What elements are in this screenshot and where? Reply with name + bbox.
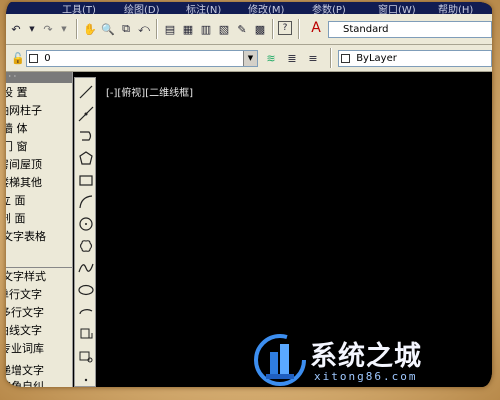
polyline-icon[interactable] — [78, 128, 94, 144]
undo-dropdown-icon[interactable]: ▼ — [24, 21, 40, 37]
watermark-url: xitong86.com — [314, 370, 418, 383]
palette-item-text-tables[interactable]: 文字表格 — [6, 228, 68, 246]
toolbar-separator — [330, 48, 332, 68]
construction-line-icon[interactable] — [78, 106, 94, 122]
palette-item-term-library[interactable]: 专业词库 — [6, 340, 66, 358]
arc-icon[interactable] — [78, 194, 94, 210]
palette-item-grid-columns[interactable]: 轴网柱子 — [6, 102, 64, 120]
palette-item-corner-correct[interactable]: 转角自纠 — [6, 378, 66, 387]
watermark-title: 系统之城 — [310, 341, 422, 372]
city-logo-icon — [254, 334, 306, 386]
rectangle-icon[interactable] — [78, 172, 94, 188]
color-combo[interactable]: ByLayer — [338, 50, 492, 67]
line-icon[interactable] — [78, 84, 94, 100]
toolbar-separator — [272, 19, 274, 39]
help-icon[interactable]: ? — [278, 21, 292, 35]
zoom-window-icon[interactable]: ⧉ — [118, 21, 134, 37]
layer-value: 0 — [44, 53, 51, 64]
layer-make-current-icon[interactable]: ≡ — [305, 50, 321, 66]
insert-block-icon[interactable] — [78, 326, 94, 342]
properties-icon[interactable]: ▤ — [162, 21, 178, 37]
menubar: 工具(T) 绘图(D) 标注(N) 修改(M) 参数(P) 窗口(W) 帮助(H… — [6, 2, 492, 16]
tianzheng-side-palette: · · 设 置 轴网柱子 墙 体 门 窗 房间屋顶 楼梯其他 立 面 剖 面 文… — [6, 72, 73, 387]
viewport-label[interactable]: [-][俯视][二维线框] — [106, 84, 193, 99]
layer-combo[interactable]: 0 ▼ — [26, 50, 258, 67]
lock-icon[interactable]: 🔓 — [10, 50, 26, 66]
layer-properties-icon[interactable]: ≋ — [263, 50, 279, 66]
toolbar-separator — [76, 19, 78, 39]
layer-previous-icon[interactable]: ≣ — [284, 50, 300, 66]
palette-item-walls[interactable]: 墙 体 — [6, 120, 68, 138]
standard-toolbar: ↶ ▼ ↷ ▼ ✋ 🔍 ⧉ ⤺ ▤ ▦ ▥ ▧ ✎ ▩ ? A Standard — [6, 14, 492, 45]
zoom-previous-icon[interactable]: ⤺ — [136, 21, 152, 37]
text-style-icon[interactable]: A — [308, 20, 324, 36]
palette-item-section[interactable]: 剖 面 — [6, 210, 66, 228]
redo-dropdown-icon[interactable]: ▼ — [56, 21, 72, 37]
polygon-icon[interactable] — [78, 150, 94, 166]
design-center-icon[interactable]: ▦ — [180, 21, 196, 37]
point-icon[interactable] — [78, 372, 94, 387]
markup-icon[interactable]: ✎ — [234, 21, 250, 37]
spline-icon[interactable] — [78, 260, 94, 276]
site-watermark: 系统之城 xitong86.com — [248, 330, 488, 388]
chevron-down-icon[interactable]: ▼ — [243, 51, 257, 66]
palette-item-multiline-text[interactable]: 多行文字 — [6, 304, 66, 322]
color-swatch — [341, 53, 350, 63]
text-style-combo[interactable]: Standard — [328, 21, 492, 38]
pan-hand-icon[interactable]: ✋ — [82, 21, 98, 37]
palette-item-settings[interactable]: 设 置 — [6, 84, 68, 102]
circle-icon[interactable] — [78, 216, 94, 232]
palette-title-bar[interactable]: · · — [6, 72, 72, 83]
make-block-icon[interactable] — [78, 348, 94, 364]
text-style-value: Standard — [343, 24, 389, 35]
palette-item-doors-windows[interactable]: 门 窗 — [6, 138, 68, 156]
sheet-set-icon[interactable]: ▧ — [216, 21, 232, 37]
ellipse-arc-icon[interactable] — [78, 304, 94, 320]
calculator-icon[interactable]: ▩ — [252, 21, 268, 37]
tool-palettes-icon[interactable]: ▥ — [198, 21, 214, 37]
layer-color-swatch — [29, 53, 38, 63]
palette-item-single-line-text[interactable]: 单行文字 — [6, 286, 64, 304]
palette-item-stairs-other[interactable]: 楼梯其他 — [6, 174, 64, 192]
palette-item-rooms-roofs[interactable]: 房间屋顶 — [6, 156, 64, 174]
redo-icon[interactable]: ↷ — [40, 21, 56, 37]
layers-toolbar: 🔓 0 ▼ ≋ ≣ ≡ ByLayer — [6, 45, 492, 72]
toolbar-separator — [298, 19, 300, 39]
ellipse-icon[interactable] — [78, 282, 94, 298]
palette-item-text-style[interactable]: 文字样式 — [6, 268, 68, 286]
toolbar-separator — [156, 19, 158, 39]
revision-cloud-icon[interactable] — [78, 238, 94, 254]
color-value: ByLayer — [356, 53, 397, 64]
undo-icon[interactable]: ↶ — [8, 21, 24, 37]
palette-item-elevation[interactable]: 立 面 — [6, 192, 66, 210]
draw-toolbar — [74, 77, 96, 387]
palette-item-curve-text[interactable]: 曲线文字 — [6, 322, 64, 340]
zoom-realtime-icon[interactable]: 🔍 — [100, 21, 116, 37]
